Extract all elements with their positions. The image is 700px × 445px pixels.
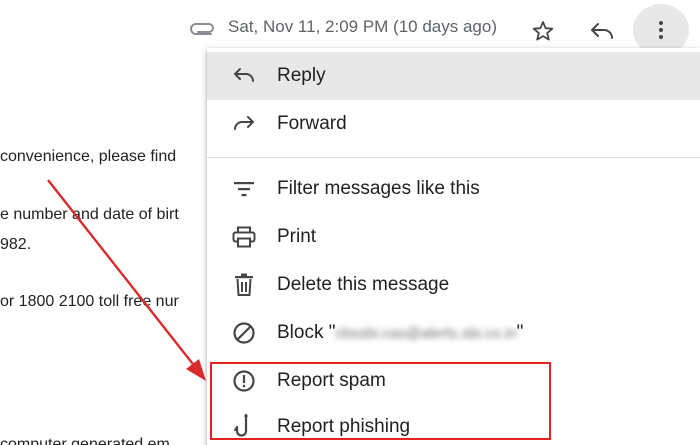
- menu-item-forward[interactable]: Forward: [207, 100, 700, 148]
- block-icon: [231, 320, 257, 346]
- menu-item-label: Print: [277, 226, 317, 247]
- print-icon: [231, 224, 257, 250]
- annotation-highlight-box: [210, 362, 551, 440]
- filter-icon: [231, 176, 257, 202]
- menu-item-delete[interactable]: Delete this message: [207, 261, 700, 309]
- menu-item-label: Reply: [277, 65, 326, 86]
- menu-item-print[interactable]: Print: [207, 213, 700, 261]
- menu-item-label: Filter messages like this: [277, 178, 480, 199]
- blocked-sender-email: cbssbi.cas@alerts.sbi.co.in: [335, 325, 517, 342]
- menu-item-label: Forward: [277, 113, 347, 134]
- forward-icon: [231, 111, 257, 137]
- menu-item-filter[interactable]: Filter messages like this: [207, 165, 700, 213]
- menu-item-block[interactable]: Block "cbssbi.cas@alerts.sbi.co.in": [207, 309, 700, 357]
- reply-icon: [231, 63, 257, 89]
- menu-item-reply[interactable]: Reply: [207, 52, 700, 100]
- menu-divider: [207, 157, 700, 158]
- menu-item-label: Delete this message: [277, 274, 450, 295]
- trash-icon: [231, 272, 257, 298]
- menu-item-label: Block "cbssbi.cas@alerts.sbi.co.in": [277, 322, 524, 343]
